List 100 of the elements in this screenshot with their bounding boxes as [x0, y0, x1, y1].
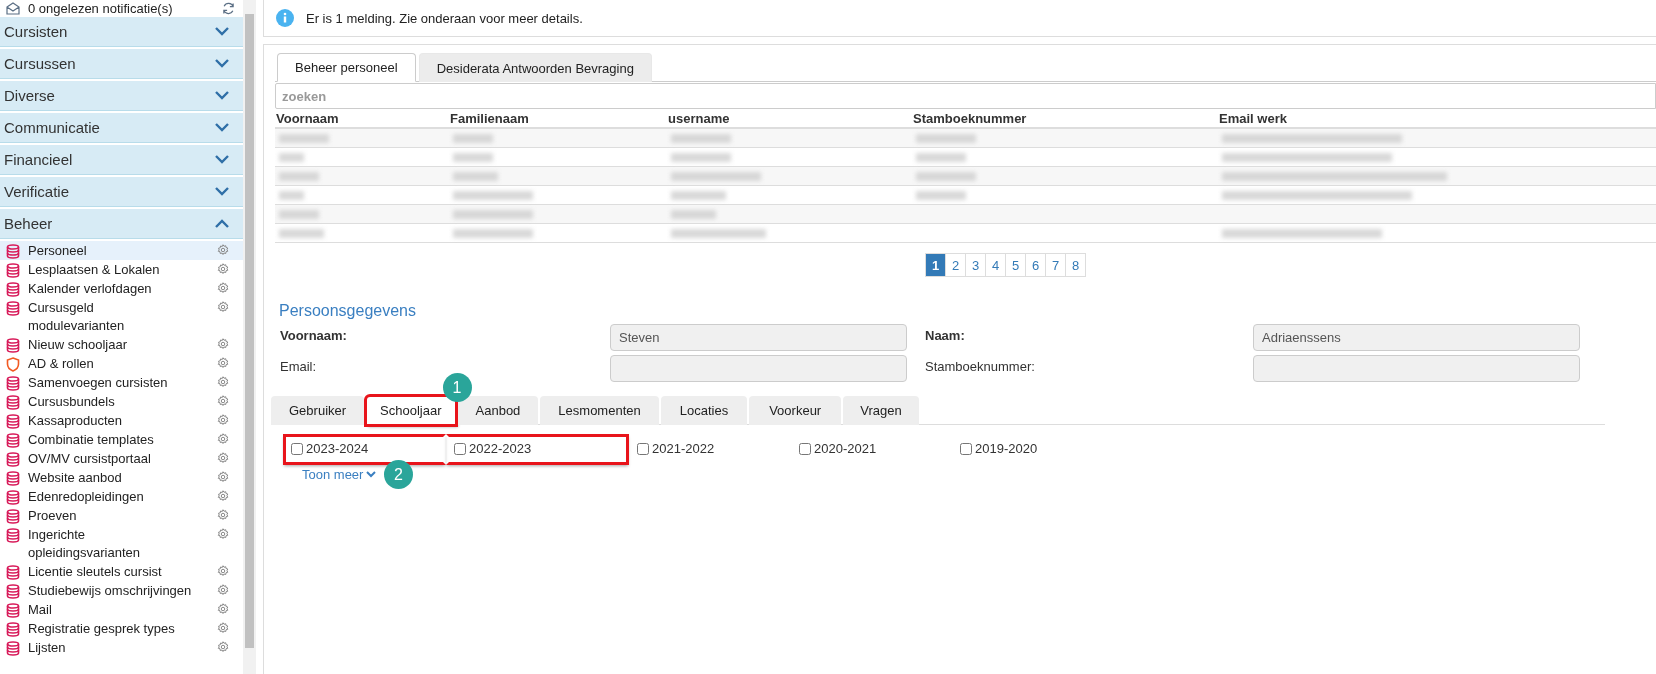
- sidebar-item[interactable]: Nieuw schooljaar: [0, 335, 243, 354]
- field-label: Voornaam:: [280, 327, 348, 345]
- sidebar-item-label: Cursusbundels: [28, 393, 116, 411]
- input-field[interactable]: [610, 355, 907, 382]
- settings-icon[interactable]: [217, 565, 229, 577]
- tab[interactable]: Desiderata Antwoorden Bevraging: [418, 53, 652, 82]
- sidebar-section[interactable]: Cursussen: [0, 49, 243, 79]
- scrollbar[interactable]: [243, 0, 256, 674]
- input-field[interactable]: Steven: [610, 324, 907, 351]
- settings-icon[interactable]: [217, 244, 229, 256]
- database-icon: [6, 584, 20, 599]
- page-link[interactable]: 6: [1025, 253, 1046, 277]
- sidebar-section[interactable]: Diverse: [0, 81, 243, 111]
- tab[interactable]: Locaties: [660, 396, 748, 425]
- page-link[interactable]: 7: [1045, 253, 1066, 277]
- tab[interactable]: Voorkeur: [749, 396, 842, 425]
- show-more-link[interactable]: Toon meer: [302, 467, 377, 482]
- sidebar-item[interactable]: Kalender verlofdagen: [0, 279, 243, 298]
- sidebar-section[interactable]: Financieel: [0, 145, 243, 175]
- settings-icon[interactable]: [217, 471, 229, 483]
- sidebar-item[interactable]: Ingerichte opleidingsvarianten: [0, 525, 243, 562]
- settings-icon[interactable]: [217, 301, 229, 313]
- sidebar-item[interactable]: Website aanbod: [0, 468, 243, 487]
- checkbox[interactable]: [637, 442, 649, 455]
- blurred-text: [916, 152, 966, 162]
- settings-icon[interactable]: [217, 622, 229, 634]
- database-icon: [6, 528, 20, 543]
- alert-text: Er is 1 melding. Zie onderaan voor meer details.: [306, 10, 583, 26]
- sidebar-item[interactable]: Studiebewijs omschrijvingen: [0, 581, 243, 600]
- settings-icon[interactable]: [217, 603, 229, 615]
- field-label: Email:: [280, 358, 318, 376]
- tab[interactable]: Vragen: [843, 396, 919, 425]
- database-icon: [6, 471, 20, 486]
- tab[interactable]: Schooljaar: [366, 396, 456, 425]
- page-link[interactable]: 4: [985, 253, 1006, 277]
- settings-icon[interactable]: [217, 490, 229, 502]
- page-link[interactable]: 5: [1005, 253, 1026, 277]
- year-checkbox[interactable]: 2023-2024: [283, 434, 446, 465]
- input-field[interactable]: Adriaenssens: [1253, 324, 1580, 351]
- sidebar-section[interactable]: Cursisten: [0, 17, 243, 47]
- settings-icon[interactable]: [217, 395, 229, 407]
- sidebar-section[interactable]: Verificatie: [0, 177, 243, 207]
- sidebar-item[interactable]: Samenvoegen cursisten: [0, 373, 243, 392]
- checkbox[interactable]: [454, 442, 466, 455]
- settings-icon[interactable]: [217, 528, 229, 540]
- blurred-text: [279, 171, 319, 181]
- sidebar-item[interactable]: Lijsten: [0, 638, 243, 657]
- sidebar-item[interactable]: Cursusbundels: [0, 392, 243, 411]
- tab[interactable]: Gebruiker: [271, 396, 365, 425]
- page-link[interactable]: 2: [945, 253, 966, 277]
- settings-icon[interactable]: [217, 414, 229, 426]
- checkbox[interactable]: [799, 442, 811, 455]
- sidebar-item[interactable]: Mail: [0, 600, 243, 619]
- callout-badge: 2: [384, 460, 413, 489]
- page-link[interactable]: 3: [965, 253, 986, 277]
- input-field[interactable]: [1253, 355, 1580, 382]
- settings-icon[interactable]: [217, 338, 229, 350]
- blurred-text: [916, 190, 966, 200]
- settings-icon[interactable]: [217, 641, 229, 653]
- settings-icon[interactable]: [217, 282, 229, 294]
- sidebar-item[interactable]: OV/MV cursistportaal: [0, 449, 243, 468]
- sidebar-item[interactable]: Edenredopleidingen: [0, 487, 243, 506]
- sidebar-item[interactable]: Kassaproducten: [0, 411, 243, 430]
- year-checkbox[interactable]: 2021-2022: [629, 434, 791, 465]
- tab[interactable]: Beheer personeel: [277, 53, 416, 82]
- sidebar-item[interactable]: AD & rollen: [0, 354, 243, 373]
- sidebar-item[interactable]: Cursusgeld modulevarianten: [0, 298, 243, 335]
- settings-icon[interactable]: [217, 509, 229, 521]
- sidebar-item[interactable]: Registratie gesprek types: [0, 619, 243, 638]
- sidebar-item[interactable]: Lesplaatsen & Lokalen: [0, 260, 243, 279]
- database-icon: [6, 282, 20, 297]
- envelope-icon: [6, 2, 20, 15]
- sidebar-item-label: Ingerichte opleidingsvarianten: [28, 526, 142, 562]
- sidebar-item[interactable]: Combinatie templates: [0, 430, 243, 449]
- checkbox[interactable]: [960, 442, 972, 455]
- database-icon: [6, 641, 20, 656]
- year-checkbox[interactable]: 2020-2021: [791, 434, 952, 465]
- database-icon: [6, 490, 20, 505]
- tab[interactable]: Aanbod: [457, 396, 539, 425]
- settings-icon[interactable]: [217, 584, 229, 596]
- refresh-icon[interactable]: [222, 2, 235, 15]
- tab[interactable]: Lesmomenten: [540, 396, 659, 425]
- sidebar-item[interactable]: Personeel: [0, 241, 243, 260]
- settings-icon[interactable]: [217, 357, 229, 369]
- blurred-text: [279, 228, 324, 238]
- settings-icon[interactable]: [217, 433, 229, 445]
- page-link[interactable]: 8: [1065, 253, 1086, 277]
- settings-icon[interactable]: [217, 452, 229, 464]
- sidebar-section[interactable]: Communicatie: [0, 113, 243, 143]
- settings-icon[interactable]: [217, 263, 229, 275]
- year-checkbox[interactable]: 2019-2020: [952, 434, 1112, 465]
- sidebar-item[interactable]: Proeven: [0, 506, 243, 525]
- sidebar-item[interactable]: Licentie sleutels cursist: [0, 562, 243, 581]
- checkbox[interactable]: [291, 442, 303, 455]
- page-link[interactable]: 1: [925, 253, 946, 277]
- sidebar-section[interactable]: Beheer: [0, 209, 243, 239]
- settings-icon[interactable]: [217, 376, 229, 388]
- database-icon: [6, 433, 20, 448]
- sidebar-item-label: Nieuw schooljaar: [28, 336, 128, 354]
- search-field[interactable]: zoeken: [275, 83, 1656, 109]
